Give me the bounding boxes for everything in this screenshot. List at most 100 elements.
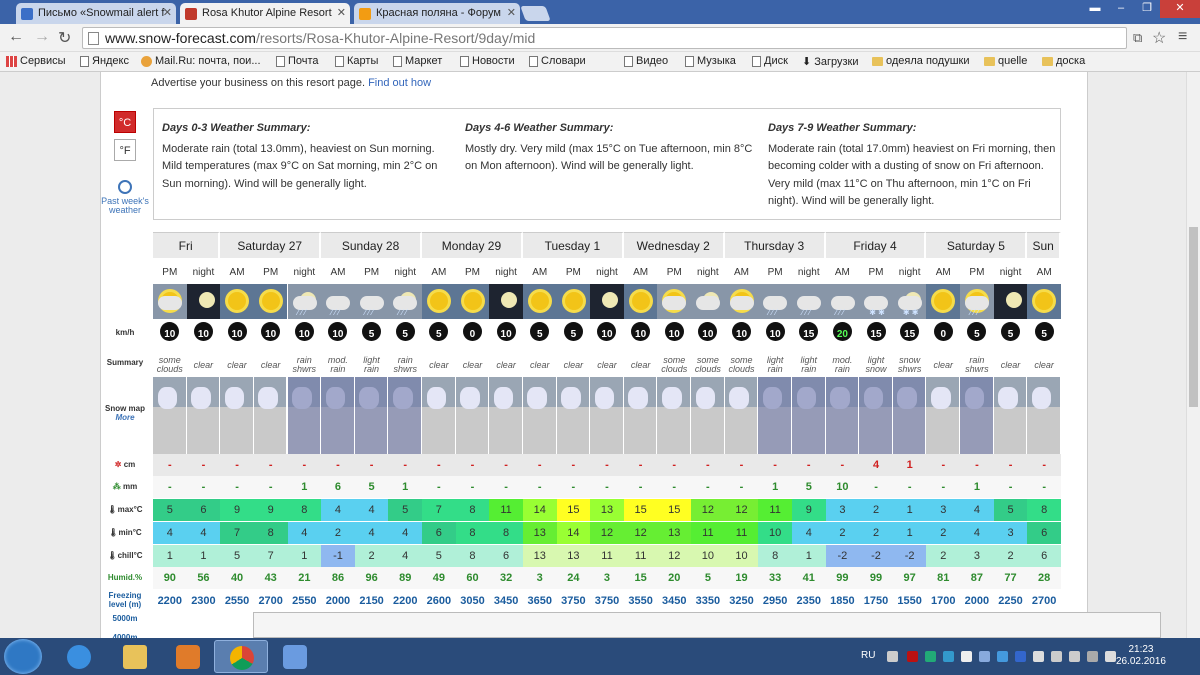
scrollbar-thumb[interactable] [1189, 227, 1198, 407]
tray-app-icon[interactable] [997, 651, 1008, 662]
min-temp-cell: 7 [220, 522, 254, 544]
maximize-icon[interactable]: ❐ [1134, 0, 1160, 18]
close-window-icon[interactable]: ✕ [1160, 0, 1200, 18]
bookmark-mailru[interactable]: Mail.Ru: почта, пои... [141, 55, 261, 67]
snow-map-thumbnail[interactable] [455, 377, 490, 454]
snow-map-thumbnail[interactable] [859, 377, 893, 454]
monitor-icon[interactable] [1087, 651, 1098, 662]
tray-app-icon[interactable] [925, 651, 936, 662]
snow-map-thumbnail[interactable] [623, 377, 658, 454]
snow-map-thumbnail[interactable] [892, 377, 927, 454]
taskbar-audio[interactable] [268, 640, 322, 673]
tab-snowmail[interactable]: Письмо «Snowmail alert f ✕ [16, 3, 176, 24]
volume-icon[interactable] [1105, 651, 1116, 662]
humidity-cell: 56 [186, 567, 221, 589]
menu-icon[interactable]: ≡ [1178, 28, 1187, 46]
period-label: PM [666, 267, 682, 278]
light-rain-weather-icon: ⁄ ⁄ ⁄ [791, 284, 826, 319]
tray-app-icon[interactable] [961, 651, 972, 662]
forward-arrow-icon[interactable]: → [34, 28, 50, 46]
chill-temp-cell: -2 [825, 545, 860, 567]
snow-map-thumbnail[interactable] [186, 377, 221, 454]
reload-icon[interactable]: ↻ [58, 28, 71, 48]
back-arrow-icon[interactable]: ← [8, 28, 24, 46]
bookmark-karty[interactable]: Карты [335, 55, 378, 67]
tray-app-icon[interactable] [1051, 651, 1062, 662]
bookmark-doska[interactable]: доска [1042, 55, 1085, 67]
snow-map-thumbnail[interactable] [220, 377, 254, 454]
snow-map-more-link[interactable]: More [115, 413, 134, 422]
snow-map-thumbnail[interactable] [590, 377, 624, 454]
snow-map-thumbnail[interactable] [522, 377, 557, 454]
bookmark-video[interactable]: Видео [624, 55, 668, 67]
bluetooth-icon[interactable] [1015, 651, 1026, 662]
weather-summary: clear [933, 359, 954, 370]
snow-map-thumbnail[interactable] [388, 377, 422, 454]
minimize-icon[interactable]: – [1108, 0, 1134, 18]
celsius-button[interactable]: °C [114, 111, 136, 133]
snow-map-thumbnail[interactable] [791, 377, 826, 454]
snow-map-thumbnail[interactable] [960, 377, 994, 454]
snow-map-thumbnail[interactable] [556, 377, 591, 454]
bookmark-pochta[interactable]: Почта [276, 55, 319, 67]
snow-map-thumbnail[interactable] [287, 377, 322, 454]
tray-app-icon[interactable] [979, 651, 990, 662]
tray-app-icon[interactable] [1033, 651, 1044, 662]
tab-forum[interactable]: Красная поляна - Форум ✕ [354, 3, 520, 24]
snow-map-thumbnail[interactable] [489, 377, 523, 454]
snow-map-thumbnail[interactable] [253, 377, 288, 454]
weather-summary: clear [496, 359, 516, 370]
snow-map-thumbnail[interactable] [724, 377, 759, 454]
bookmark-slovari[interactable]: Словари [529, 55, 586, 67]
flag-icon[interactable] [1069, 651, 1080, 662]
taskbar-explorer[interactable] [108, 640, 162, 673]
snow-map-thumbnail[interactable] [153, 377, 187, 454]
snow-map-thumbnail[interactable] [1027, 377, 1061, 454]
page-scrollbar[interactable] [1186, 72, 1200, 638]
bookmark-odeyala[interactable]: одеяла подушки [872, 55, 970, 67]
fahrenheit-button[interactable]: °F [114, 139, 136, 161]
snow-map-thumbnail[interactable] [657, 377, 692, 454]
taskbar-media[interactable] [161, 640, 215, 673]
period-label: PM [565, 267, 581, 278]
page-viewport: Advertise your business on this resort p… [0, 72, 1186, 638]
close-icon[interactable]: ✕ [163, 6, 172, 19]
past-week-link[interactable]: Past week's weather [101, 180, 149, 215]
snow-map-thumbnail[interactable] [993, 377, 1028, 454]
language-indicator[interactable]: RU [861, 650, 875, 661]
snow-map-thumbnail[interactable] [321, 377, 355, 454]
snow-map-thumbnail[interactable] [758, 377, 792, 454]
taskbar-chrome[interactable] [214, 640, 268, 673]
acrobat-icon[interactable] [907, 651, 918, 662]
find-out-how-link[interactable]: Find out how [368, 77, 431, 89]
snow-map-thumbnail[interactable] [354, 377, 389, 454]
bookmark-disk[interactable]: Диск [752, 55, 788, 67]
weather-summary: some clouds [661, 355, 688, 374]
close-icon[interactable]: ✕ [507, 6, 516, 19]
taskbar-ie[interactable] [52, 640, 106, 673]
translate-icon[interactable]: ⧉ [1133, 30, 1142, 46]
bookmark-quelle[interactable]: quelle [984, 55, 1027, 67]
snow-map-thumbnail[interactable] [825, 377, 860, 454]
snow-map-thumbnail[interactable] [691, 377, 725, 454]
user-icon[interactable]: ▬ [1082, 0, 1108, 18]
min-temp-cell: 12 [623, 522, 658, 544]
close-icon[interactable]: ✕ [337, 6, 346, 19]
tray-app-icon[interactable] [943, 651, 954, 662]
url-input[interactable]: www.snow-forecast.com/resorts/Rosa-Khuto… [82, 27, 1127, 49]
taskbar-clock[interactable]: 21:23 26.02.2016 [1116, 644, 1166, 668]
start-button[interactable] [4, 639, 42, 674]
tray-up-icon[interactable] [887, 651, 898, 662]
snow-cell: - [691, 454, 725, 476]
tab-rosa-khutor[interactable]: Rosa Khutor Alpine Resort ✕ [180, 3, 350, 24]
bookmark-novosti[interactable]: Новости [460, 55, 515, 67]
bookmark-market[interactable]: Маркет [393, 55, 442, 67]
bookmark-downloads[interactable]: ⬇ Загрузки [802, 55, 859, 69]
bookmark-yandex[interactable]: Яндекс [80, 55, 129, 67]
star-icon[interactable]: ☆ [1152, 28, 1166, 48]
bookmark-muzyka[interactable]: Музыка [685, 55, 736, 67]
bookmark-services[interactable]: Сервисы [6, 55, 66, 67]
snow-map-thumbnail[interactable] [422, 377, 456, 454]
snow-map-thumbnail[interactable] [926, 377, 961, 454]
new-tab-button[interactable] [520, 6, 551, 21]
